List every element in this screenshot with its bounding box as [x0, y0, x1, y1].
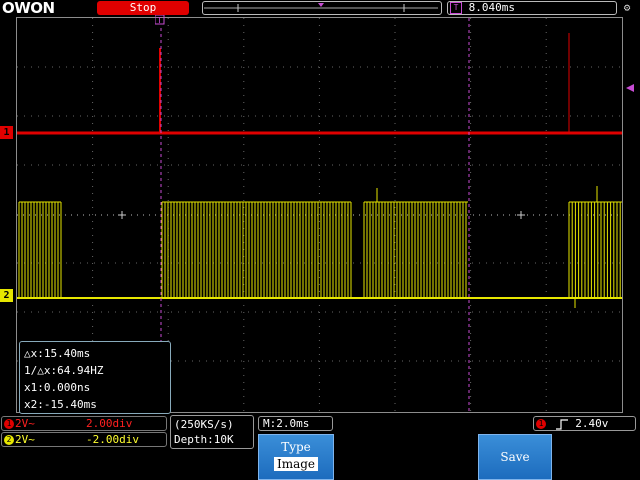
ch1-status: 1 2V~ 2.00div [1, 416, 167, 431]
ch1-coupling: 2V~ [15, 417, 35, 430]
trigger-position-value: 8.040ms [468, 1, 515, 14]
cursor-x2: x2:-15.40ms [24, 398, 97, 411]
ch2-number-icon: 2 [4, 435, 14, 445]
acquisition-info: (250KS/s) Depth:10K [170, 415, 254, 449]
memory-position-graphic [204, 3, 438, 12]
trigger-source-icon: 1 [536, 419, 546, 429]
owon-logo: OWON [2, 0, 55, 17]
trigger-level: 2.40v [575, 417, 609, 430]
save-button[interactable]: Save [478, 434, 552, 480]
ch1-scale: 2.00div [86, 417, 133, 430]
type-menu-button[interactable]: Type Image [258, 434, 334, 480]
ch2-ground-marker[interactable]: 2 [0, 289, 13, 302]
usb-device-icon: ⚙ [623, 1, 631, 14]
cursor-measurement-panel: △x:15.40ms 1/△x:64.94HZ x1:0.000ns x2:-1… [19, 341, 171, 414]
type-label: Type [281, 440, 311, 454]
ch2-status: 2 2V~ -2.00div [1, 432, 167, 447]
cursor-x1: x1:0.000ns [24, 381, 91, 394]
rising-edge-icon [555, 418, 568, 430]
trigger-time-marker-icon: T [155, 15, 165, 25]
trigger-level-arrow-icon [626, 84, 634, 92]
ch2-coupling: 2V~ [15, 433, 35, 446]
trigger-t-icon: T [450, 2, 462, 14]
ch2-scale: -2.00div [86, 433, 139, 446]
record-depth: Depth:10K [174, 433, 234, 446]
memory-position-bar [202, 1, 442, 15]
ch1-ground-marker[interactable]: 1 [0, 126, 13, 139]
trigger-position-marker-icon [318, 3, 324, 7]
cursor-inverse-delta-x: 1/△x:64.94HZ [24, 364, 104, 377]
trigger-position-readout: T 8.040ms [447, 1, 617, 15]
ch1-trace [17, 33, 622, 135]
ch2-trace [17, 186, 622, 308]
ch1-number-icon: 1 [4, 419, 14, 429]
svg-text:T: T [157, 16, 162, 25]
cursor-delta-x: △x:15.40ms [24, 347, 91, 360]
timebase-readout: M:2.0ms [258, 416, 333, 431]
type-value: Image [273, 457, 319, 471]
trigger-status: 1 2.40v [533, 416, 636, 431]
run-stop-status[interactable]: Stop [97, 1, 189, 15]
sample-rate: (250KS/s) [174, 418, 234, 431]
